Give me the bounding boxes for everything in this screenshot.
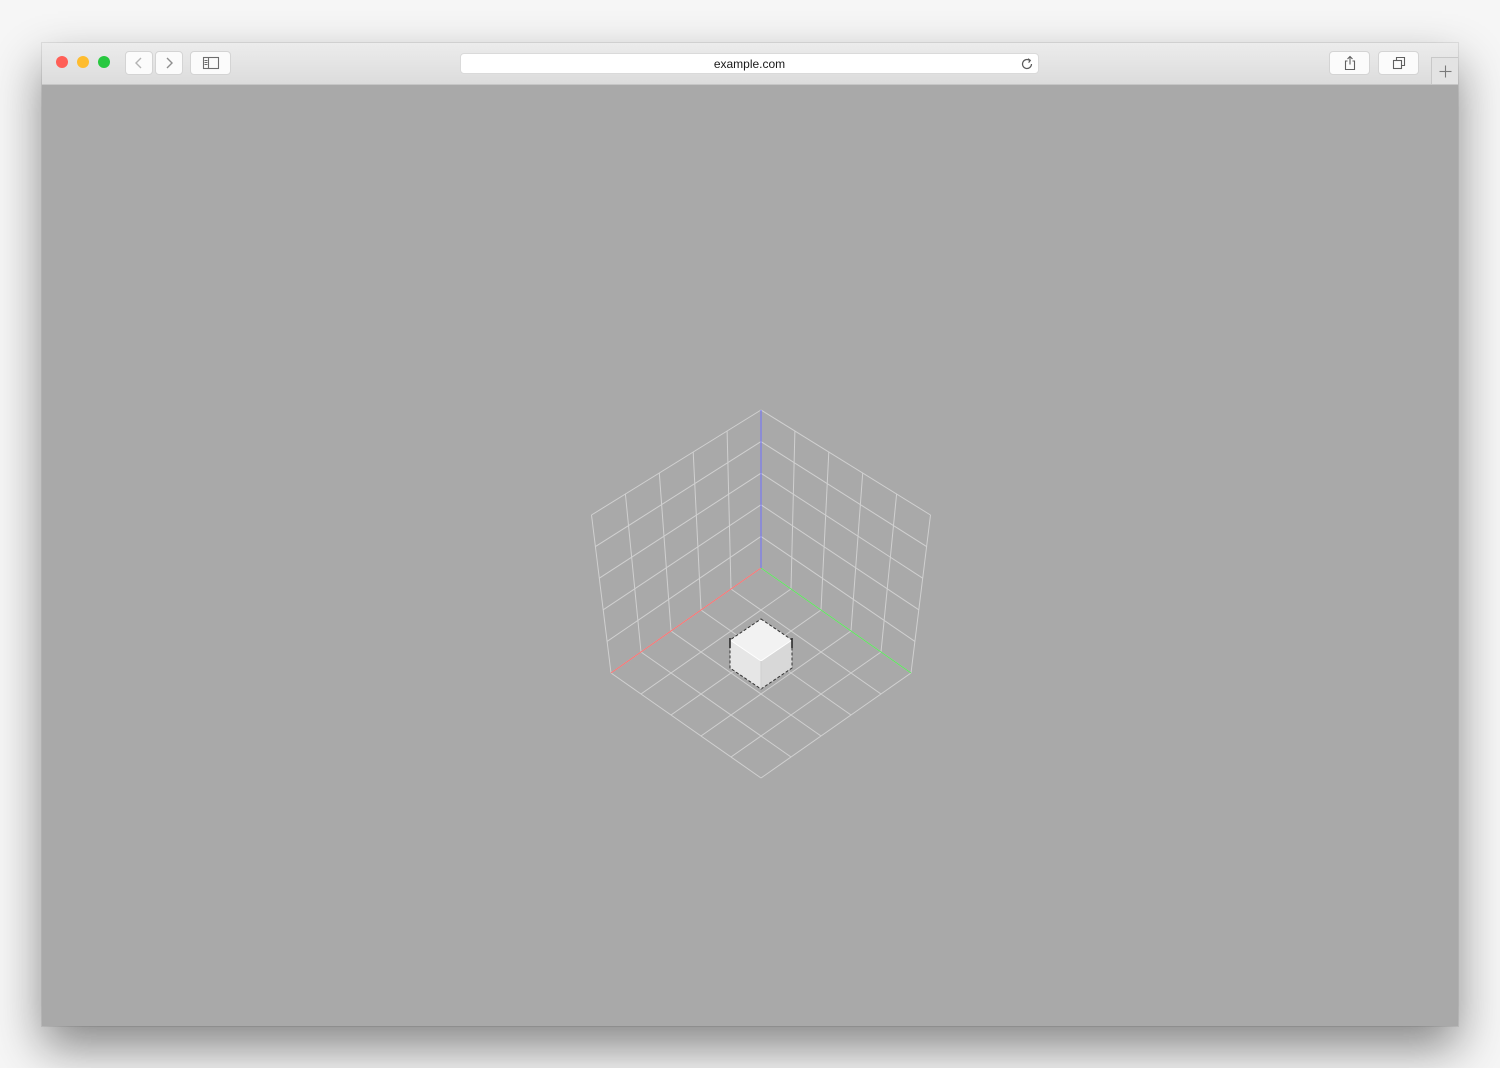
wall-grid-line (595, 441, 762, 548)
zoom-window-button[interactable] (98, 56, 110, 68)
wall-grid-line (760, 409, 931, 516)
tabs-overview-icon (1392, 56, 1405, 70)
wall-grid-line (820, 451, 830, 611)
tabs-overview-button[interactable] (1378, 51, 1419, 75)
3d-viewport[interactable] (42, 85, 1458, 1026)
minimize-window-button[interactable] (77, 56, 89, 68)
reload-icon (1021, 58, 1033, 70)
wall-grid-line (850, 472, 864, 632)
wall-grid-line (880, 493, 898, 653)
wall-grid-line (591, 409, 762, 516)
share-icon (1344, 55, 1355, 71)
browser-toolbar: example.com (42, 43, 1458, 85)
sidebar-button[interactable] (190, 51, 231, 75)
share-button[interactable] (1329, 51, 1370, 75)
back-button[interactable] (125, 51, 153, 75)
wall-grid-line (692, 451, 702, 611)
floor-grid-line (610, 672, 762, 779)
floor-grid-line (760, 672, 912, 779)
wall-grid-line (726, 430, 732, 590)
chevron-left-icon (135, 57, 142, 69)
sidebar-icon (202, 56, 219, 70)
forward-button[interactable] (155, 51, 183, 75)
wall-grid-line (624, 493, 642, 653)
new-tab-button[interactable] (1431, 57, 1458, 84)
browser-window: example.com (42, 43, 1458, 1026)
close-window-button[interactable] (56, 56, 68, 68)
wall-grid-line (602, 504, 762, 611)
wall-grid-line (658, 472, 672, 632)
wall-grid-line (790, 430, 796, 590)
address-bar[interactable]: example.com (460, 53, 1039, 74)
reload-button[interactable] (1020, 57, 1034, 76)
plus-icon (1439, 65, 1451, 77)
scene-canvas[interactable] (42, 85, 1458, 1026)
wall-grid-line (760, 504, 920, 611)
wall-grid-line (760, 472, 923, 579)
url-text: example.com (713, 56, 786, 71)
wall-grid-line (599, 472, 762, 579)
chevron-right-icon (166, 57, 173, 69)
wall-grid-line (760, 441, 927, 548)
